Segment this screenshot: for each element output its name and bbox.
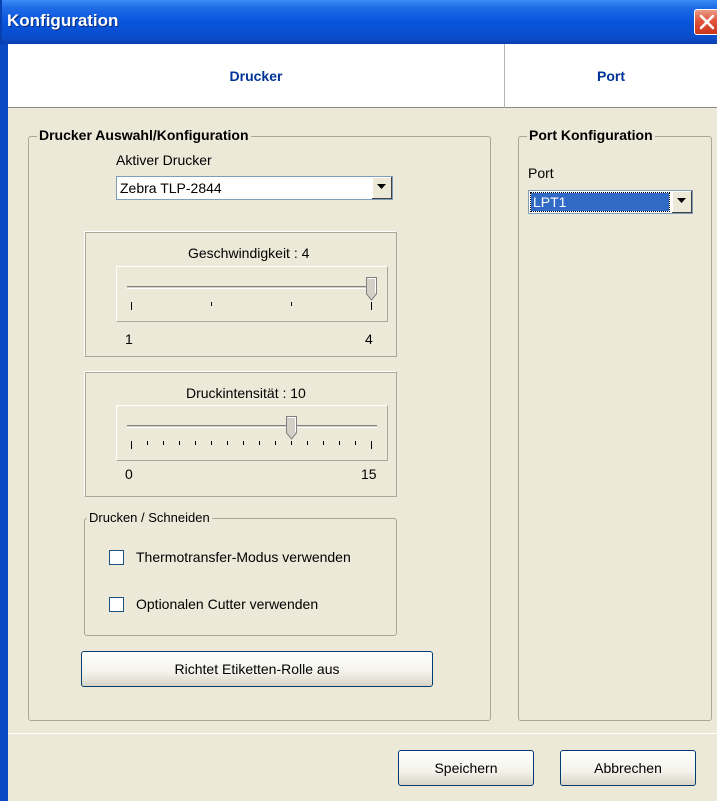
intensity-slider[interactable] [116,405,388,461]
speed-slider-thumb[interactable] [366,277,377,304]
intensity-max-label: 15 [361,466,377,482]
print-cut-group: Drucken / Schneiden [84,510,397,636]
speed-track [127,286,377,289]
port-config-group-title: Port Konfiguration [527,127,655,143]
save-button[interactable]: Speichern [398,750,534,786]
port-label: Port [528,165,554,181]
align-label-roll-button-label: Richtet Etiketten-Rolle aus [174,661,340,677]
window-frame-left [0,44,8,801]
slider-tick [211,302,212,306]
cutter-checkbox[interactable] [109,596,124,612]
intensity-label: Druckintensität : 10 [186,385,306,401]
slider-tick [371,441,372,449]
tab-port-label: Port [597,67,625,84]
save-button-label: Speichern [434,760,498,776]
tab-port[interactable]: Port [505,44,717,108]
slider-tick [211,441,212,445]
thermo-checkbox[interactable] [109,549,124,565]
printer-config-group-title: Drucker Auswahl/Konfiguration [37,127,251,143]
print-cut-group-title: Drucken / Schneiden [87,510,212,525]
speed-min-label: 1 [125,331,133,347]
cancel-button[interactable]: Abbrechen [560,750,696,786]
slider-tick [131,441,132,449]
chevron-down-icon [677,198,686,203]
slider-tick [307,441,308,445]
speed-max-label: 4 [365,331,373,347]
chevron-down-icon [377,184,386,189]
speed-label: Geschwindigkeit : 4 [188,245,310,261]
slider-tick [259,441,260,445]
port-value: LPT1 [530,192,670,212]
slider-tick [243,441,244,445]
cutter-checkbox-row[interactable]: Optionalen Cutter verwenden [109,596,318,612]
thermo-checkbox-row[interactable]: Thermotransfer-Modus verwenden [109,549,351,565]
slider-tick [339,441,340,445]
slider-tick [275,441,276,445]
port-config-group: Port Konfiguration [518,127,712,721]
cutter-label[interactable]: Optionalen Cutter verwenden [136,596,318,612]
active-printer-select[interactable]: Zebra TLP-2844 [116,176,393,200]
active-printer-label: Aktiver Drucker [116,152,212,168]
active-printer-value: Zebra TLP-2844 [120,180,222,196]
speed-slider[interactable] [116,266,388,322]
tab-drucker-label: Drucker [229,67,283,84]
slider-tick [147,441,148,445]
port-dropdown-button[interactable] [671,191,692,213]
slider-tick [131,302,132,310]
window-title: Konfiguration [7,11,119,30]
slider-tick [355,441,356,445]
intensity-min-label: 0 [125,466,133,482]
close-icon [699,14,715,30]
align-label-roll-button[interactable]: Richtet Etiketten-Rolle aus [81,651,433,687]
tab-drucker[interactable]: Drucker [8,44,505,108]
close-button[interactable] [694,9,717,35]
slider-tick [179,441,180,445]
intensity-track [127,425,377,428]
port-select[interactable]: LPT1 [528,190,693,214]
cancel-button-label: Abbrechen [594,760,662,776]
slider-tick [323,441,324,445]
active-printer-dropdown-button[interactable] [371,177,392,199]
slider-tick [291,302,292,306]
slider-tick [195,441,196,445]
intensity-slider-thumb[interactable] [286,416,297,443]
slider-tick [227,441,228,445]
slider-tick [163,441,164,445]
thermo-label[interactable]: Thermotransfer-Modus verwenden [136,549,351,565]
